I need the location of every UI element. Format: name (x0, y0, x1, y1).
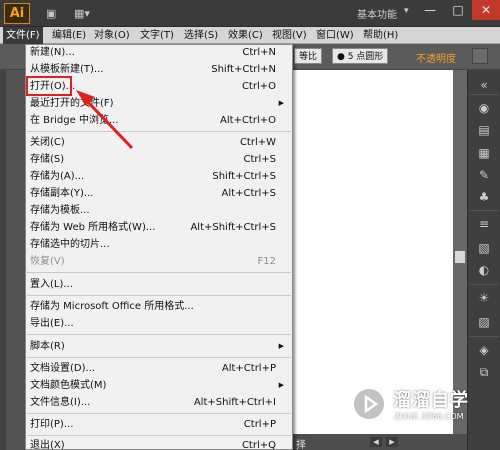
menu-file[interactable]: 文件(F) (3, 27, 43, 44)
chevron-down-icon[interactable]: ▾ (404, 6, 409, 16)
play-logo-icon (351, 386, 387, 422)
close-button[interactable]: ✕ (472, 0, 500, 20)
brush-dropdown[interactable]: ● 5 点圆形 (332, 48, 389, 64)
artboards-icon[interactable]: ⧉ (474, 364, 494, 380)
menu-separator (27, 357, 291, 358)
panel-divider (470, 284, 498, 285)
menu-help[interactable]: 帮助(H) (360, 27, 401, 44)
panel-divider (470, 94, 498, 95)
maximize-button[interactable]: □ (444, 0, 472, 20)
menu-item-browse-bridge[interactable]: 在 Bridge 中浏览... Alt+Ctrl+O (26, 112, 292, 129)
menu-separator (27, 131, 291, 132)
watermark: 溜溜自学 ZIXUE.3D66.COM (351, 382, 473, 432)
layers-icon[interactable]: ◈ (474, 342, 494, 358)
menu-item-save-as[interactable]: 存储为(A)... Shift+Ctrl+S (26, 168, 292, 185)
menu-item-exit[interactable]: 退出(X) Ctrl+Q (26, 437, 292, 450)
menu-select[interactable]: 选择(S) (181, 27, 221, 44)
stroke-icon[interactable]: ≡ (474, 216, 494, 232)
expand-panels-icon[interactable]: « (474, 77, 494, 93)
menu-item-scripts[interactable]: 脚本(R) ▶ (26, 338, 292, 355)
color-icon[interactable]: ◉ (474, 100, 494, 116)
symbols-icon[interactable]: ♣ (474, 189, 494, 205)
menu-view[interactable]: 视图(V) (269, 27, 310, 44)
menu-item-save-for-web[interactable]: 存储为 Web 所用格式(W)... Alt+Shift+Ctrl+S (26, 219, 292, 236)
status-text: 择 (296, 440, 306, 450)
bridge-icon[interactable]: ▣ (46, 6, 56, 21)
menu-separator (27, 435, 291, 436)
menu-item-save-for-office[interactable]: 存储为 Microsoft Office 所用格式... (26, 298, 292, 315)
highlight-box (26, 76, 72, 96)
menu-separator (27, 413, 291, 414)
menu-item-save[interactable]: 存储(S) Ctrl+S (26, 151, 292, 168)
arrange-documents-icon[interactable]: ▦▾ (74, 6, 90, 21)
menu-item-revert: 恢复(V) F12 (30, 256, 276, 267)
menu-object[interactable]: 对象(O) (91, 27, 133, 44)
menu-separator (27, 334, 291, 335)
app-logo: Ai (4, 3, 30, 24)
menu-item-file-info[interactable]: 文件信息(I)... Alt+Shift+Ctrl+I (26, 394, 292, 411)
menu-item-export[interactable]: 导出(E)... (26, 315, 292, 332)
menu-window[interactable]: 窗口(W) (313, 27, 357, 44)
workspace-switcher[interactable]: 基本功能 (357, 6, 397, 21)
swatches-icon[interactable]: ▦ (474, 145, 494, 161)
brushes-icon[interactable]: ✎ (474, 167, 494, 183)
menu-separator (27, 295, 291, 296)
menu-item-save-selected-slices[interactable]: 存储选中的切片... (26, 236, 292, 253)
minimize-button[interactable]: — (416, 0, 444, 20)
gradient-icon[interactable]: ▧ (474, 240, 494, 256)
submenu-arrow-icon: ▶ (278, 381, 284, 389)
panel-divider (470, 210, 498, 211)
menu-separator (27, 272, 291, 273)
menu-item-save-copy[interactable]: 存储副本(Y)... Alt+Ctrl+S (26, 185, 292, 202)
menu-item-close[interactable]: 关闭(C) Ctrl+W (26, 134, 292, 151)
menu-item-print[interactable]: 打印(P)... Ctrl+P (26, 416, 292, 433)
submenu-arrow-icon: ▶ (278, 342, 284, 350)
scrollbar-thumb[interactable] (455, 251, 465, 263)
menu-item-save-as-template[interactable]: 存储为模板... (26, 202, 292, 219)
next-artboard-button[interactable]: ▶ (386, 437, 398, 447)
watermark-subtitle: ZIXUE.3D66.COM (394, 412, 464, 421)
menu-item-place[interactable]: 置入(L)... (26, 276, 292, 293)
menu-item-open-recent[interactable]: 最近打开的文件(F) ▶ (26, 95, 292, 112)
menu-item-document-setup[interactable]: 文档设置(D)... Alt+Ctrl+P (26, 360, 292, 377)
transparency-icon[interactable]: ◐ (474, 262, 494, 278)
menu-item-new[interactable]: 新建(N)... Ctrl+N (26, 44, 292, 61)
appearance-icon[interactable]: ☀ (474, 290, 494, 306)
menu-effect[interactable]: 效果(C) (225, 27, 266, 44)
opacity-link[interactable]: 不透明度 (416, 50, 456, 65)
menu-edit[interactable]: 编辑(E) (49, 27, 89, 44)
menu-item-document-color-mode[interactable]: 文档颜色模式(M) ▶ (26, 377, 292, 394)
panel-options-icon[interactable] (472, 48, 488, 64)
stroke-profile-dropdown[interactable]: 等比 (294, 48, 323, 64)
title-bar: Ai ▣ ▦▾ 基本功能 ▾ — □ ✕ (0, 0, 500, 27)
submenu-arrow-icon: ▶ (278, 99, 284, 107)
color-guide-icon[interactable]: ▤ (474, 122, 494, 138)
menu-bar: 文件(F) 编辑(E) 对象(O) 文字(T) 选择(S) 效果(C) 视图(V… (0, 27, 500, 44)
tools-panel (0, 70, 6, 450)
panel-divider (470, 336, 498, 337)
graphic-styles-icon[interactable]: ▨ (474, 314, 494, 330)
artboard-canvas[interactable] (293, 70, 453, 434)
watermark-title: 溜溜自学 (393, 390, 469, 411)
prev-artboard-button[interactable]: ◀ (370, 437, 382, 447)
menu-type[interactable]: 文字(T) (137, 27, 177, 44)
